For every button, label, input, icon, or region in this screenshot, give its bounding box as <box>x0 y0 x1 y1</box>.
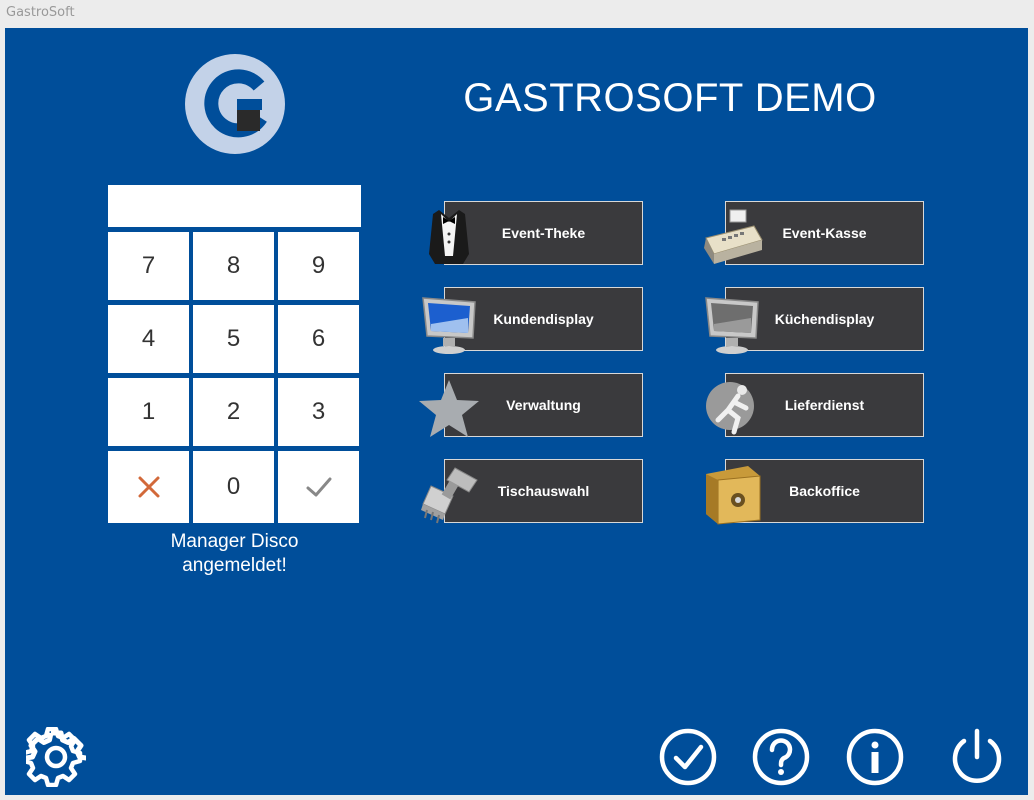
menu-button-label: Event-Kasse <box>782 225 867 241</box>
help-icon[interactable] <box>752 728 810 786</box>
check-icon <box>306 477 331 497</box>
monitor-icon <box>422 297 476 354</box>
delivery-icon <box>706 382 754 435</box>
login-status-user: Manager Disco <box>170 531 299 552</box>
key-7[interactable]: 7 <box>108 232 189 300</box>
brush-icon <box>421 467 478 524</box>
key-5[interactable]: 5 <box>193 305 274 373</box>
menu-button-label: Küchendisplay <box>774 311 875 327</box>
menu-button-label: Lieferdienst <box>784 397 865 413</box>
menu-button-label: Verwaltung <box>506 397 581 413</box>
window-title: GastroSoft <box>6 5 75 20</box>
menu-button-label: Event-Theke <box>501 225 586 241</box>
safe-icon <box>706 466 761 525</box>
key-8[interactable]: 8 <box>193 232 274 300</box>
gear-icon[interactable] <box>26 727 86 787</box>
menu-button-label: Tischauswahl <box>497 483 590 499</box>
login-status-message: angemeldet! <box>182 555 287 576</box>
key-6[interactable]: 6 <box>278 305 359 373</box>
login-status: Manager Disco angemeldet! <box>108 530 361 578</box>
cancel-key[interactable] <box>108 451 189 523</box>
key-4[interactable]: 4 <box>108 305 189 373</box>
info-icon[interactable] <box>846 728 904 786</box>
tuxedo-icon <box>429 210 469 264</box>
main-panel: GASTROSOFT DEMO 7 8 9 4 5 6 1 2 3 0 Mana… <box>5 28 1028 795</box>
key-9[interactable]: 9 <box>278 232 359 300</box>
power-icon[interactable] <box>948 727 1006 787</box>
monitor-icon <box>705 297 759 354</box>
key-2[interactable]: 2 <box>193 378 274 446</box>
cancel-icon <box>138 476 159 498</box>
app-title: GASTROSOFT DEMO <box>463 76 877 120</box>
cash-register-icon <box>704 209 763 264</box>
key-3[interactable]: 3 <box>278 378 359 446</box>
gastrosoft-logo <box>185 54 285 154</box>
key-1[interactable]: 1 <box>108 378 189 446</box>
menu-button-label: Kundendisplay <box>493 311 594 327</box>
confirm-key[interactable] <box>278 451 359 523</box>
key-0[interactable]: 0 <box>193 451 274 523</box>
pin-input[interactable] <box>108 185 361 227</box>
star-icon <box>419 380 479 437</box>
window-titlebar: GastroSoft <box>0 0 1034 27</box>
check-circle-icon[interactable] <box>659 728 717 786</box>
menu-button-label: Backoffice <box>789 483 860 499</box>
